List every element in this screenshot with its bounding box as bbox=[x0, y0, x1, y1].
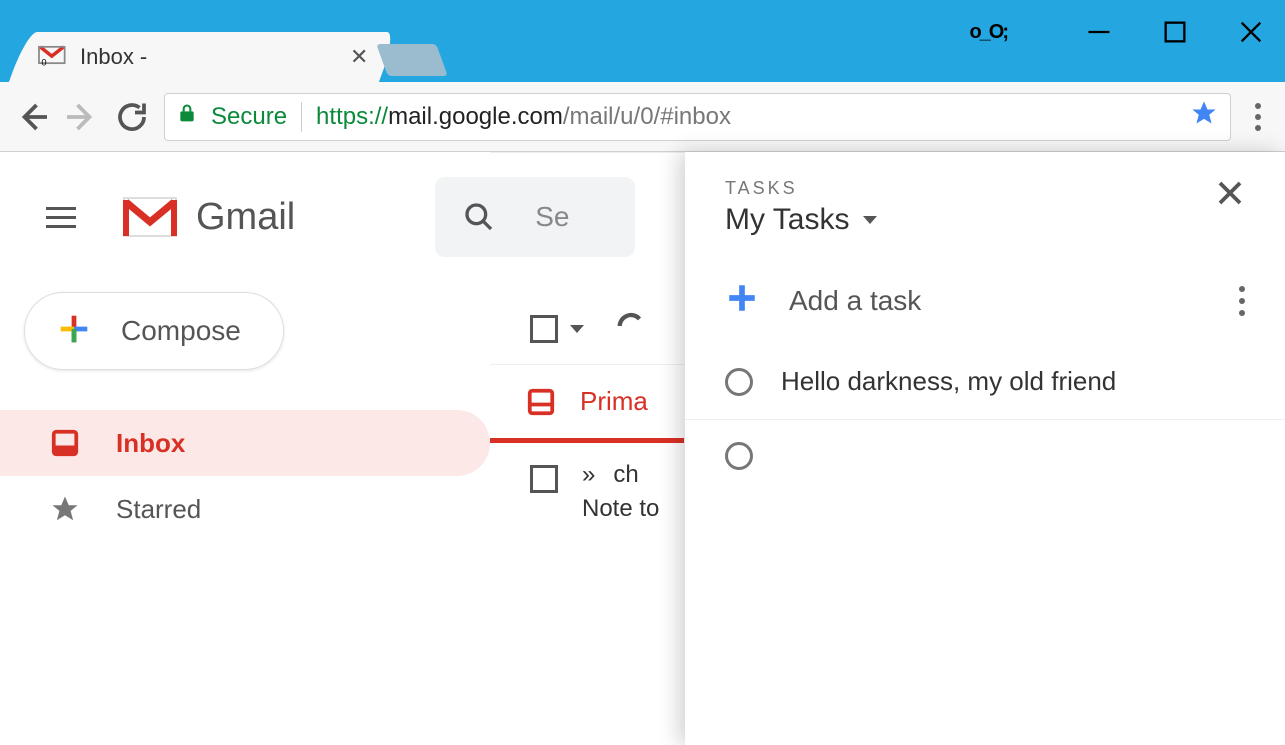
forward-button[interactable] bbox=[64, 99, 100, 135]
tasks-add-row: Add a task bbox=[685, 257, 1285, 344]
task-item[interactable] bbox=[685, 420, 1285, 492]
browser-menu-button[interactable] bbox=[1245, 103, 1271, 131]
search-box[interactable]: Se bbox=[435, 177, 635, 257]
window-controls: o_O; bbox=[969, 18, 1265, 46]
bookmark-star-icon[interactable] bbox=[1190, 99, 1218, 134]
star-icon bbox=[50, 494, 80, 524]
reload-button[interactable] bbox=[114, 99, 150, 135]
tasks-list-selector[interactable]: My Tasks bbox=[725, 203, 877, 237]
gmail-brand-text: Gmail bbox=[196, 196, 295, 239]
browser-toolbar: Secure https://mail.google.com/mail/u/0/… bbox=[0, 82, 1285, 152]
checkbox-icon[interactable] bbox=[530, 465, 558, 493]
tab-title: Inbox - bbox=[80, 44, 336, 70]
task-title: Hello darkness, my old friend bbox=[781, 366, 1116, 397]
svg-text:0: 0 bbox=[42, 57, 47, 67]
window-titlebar: o_O; 0 Inbox - ✕ bbox=[0, 0, 1285, 82]
task-item[interactable]: Hello darkness, my old friend bbox=[685, 344, 1285, 420]
mail-text: » ch Note to bbox=[582, 461, 659, 523]
search-placeholder: Se bbox=[535, 201, 569, 233]
tasks-more-button[interactable] bbox=[1239, 286, 1245, 316]
inbox-icon bbox=[526, 387, 556, 417]
content-area: Gmail Se Compose Inbox Starred bbox=[0, 152, 1285, 593]
secure-label: Secure bbox=[211, 103, 287, 131]
window-close-button[interactable] bbox=[1237, 18, 1265, 46]
add-task-label: Add a task bbox=[789, 285, 921, 317]
compose-label: Compose bbox=[121, 315, 241, 347]
nav-list: Inbox Starred bbox=[0, 410, 490, 542]
gmail-logo-icon bbox=[122, 196, 178, 238]
mail-sender: ch bbox=[613, 461, 638, 489]
tasks-eyebrow: TASKS bbox=[725, 178, 877, 199]
compose-button[interactable]: Compose bbox=[24, 292, 284, 370]
maximize-button[interactable] bbox=[1161, 18, 1189, 46]
omnibox-separator bbox=[301, 102, 302, 132]
plus-icon bbox=[725, 281, 759, 320]
minimize-button[interactable] bbox=[1085, 18, 1113, 46]
browser-tab-active[interactable]: 0 Inbox - ✕ bbox=[9, 32, 397, 82]
plus-icon bbox=[55, 310, 93, 353]
add-task-button[interactable]: Add a task bbox=[725, 281, 921, 320]
lock-icon bbox=[177, 101, 197, 132]
inbox-icon bbox=[50, 428, 80, 458]
address-bar[interactable]: Secure https://mail.google.com/mail/u/0/… bbox=[164, 93, 1231, 141]
important-marker: » bbox=[582, 461, 595, 489]
nav-inbox[interactable]: Inbox bbox=[0, 410, 490, 476]
back-button[interactable] bbox=[14, 99, 50, 135]
task-checkbox-icon[interactable] bbox=[725, 442, 753, 470]
nav-inbox-label: Inbox bbox=[116, 428, 185, 459]
window-emoji: o_O; bbox=[969, 21, 1007, 44]
search-icon bbox=[463, 201, 495, 233]
caret-down-icon bbox=[570, 325, 584, 333]
select-all-control[interactable] bbox=[530, 315, 584, 343]
tasks-panel: TASKS My Tasks Add a task Hello darkness… bbox=[685, 152, 1285, 745]
nav-starred[interactable]: Starred bbox=[0, 476, 490, 542]
mail-snippet: Note to bbox=[582, 495, 659, 523]
gmail-logo[interactable]: Gmail bbox=[122, 196, 295, 239]
refresh-button[interactable] bbox=[614, 309, 648, 348]
main-menu-button[interactable] bbox=[46, 207, 76, 228]
checkbox-icon bbox=[530, 315, 558, 343]
tab-close-icon[interactable]: ✕ bbox=[350, 44, 368, 70]
tasks-header: TASKS My Tasks bbox=[685, 152, 1285, 257]
nav-starred-label: Starred bbox=[116, 494, 201, 525]
browser-tabs: 0 Inbox - ✕ bbox=[18, 32, 442, 82]
url-text: https://mail.google.com/mail/u/0/#inbox bbox=[316, 103, 731, 131]
task-checkbox-icon[interactable] bbox=[725, 368, 753, 396]
tab-primary[interactable]: Prima bbox=[490, 365, 684, 443]
new-tab-button[interactable] bbox=[376, 44, 448, 76]
tab-primary-label: Prima bbox=[580, 386, 648, 417]
caret-down-icon bbox=[863, 216, 877, 224]
tasks-close-button[interactable] bbox=[1215, 178, 1245, 213]
tasks-list-name: My Tasks bbox=[725, 203, 849, 237]
gmail-favicon-icon: 0 bbox=[38, 41, 66, 74]
